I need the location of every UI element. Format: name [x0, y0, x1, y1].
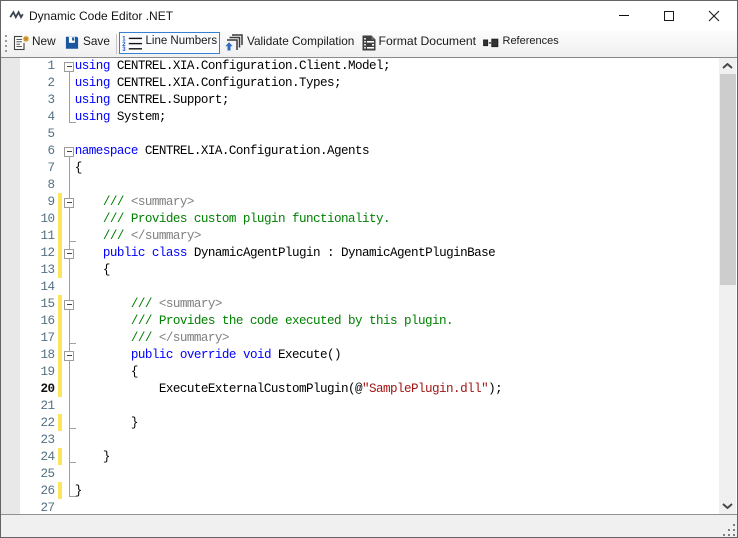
svg-text:3: 3 — [122, 47, 126, 51]
